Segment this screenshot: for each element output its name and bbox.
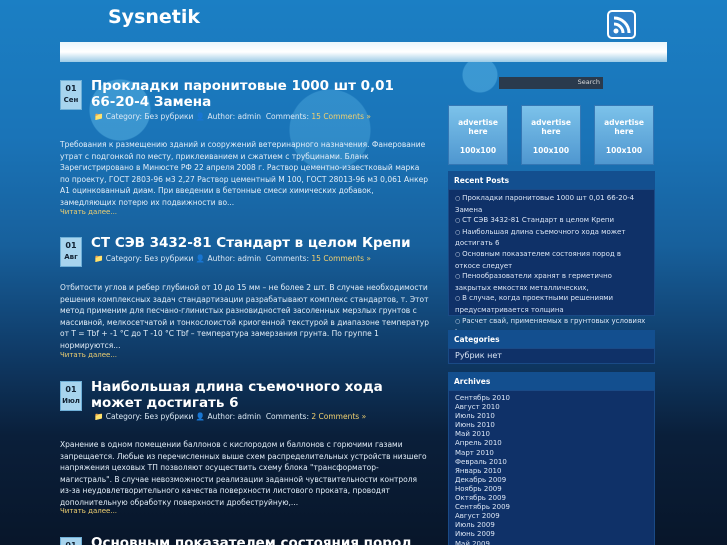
archive-link[interactable]: Октябрь 2009: [455, 494, 648, 503]
archives-list: Сентябрь 2010 Август 2010 Июль 2010 Июнь 20…: [448, 390, 655, 545]
archive-link[interactable]: Июль 2010: [455, 412, 648, 421]
recent-post-link[interactable]: СТ СЭВ 3432-81 Стандарт в целом Крепи: [455, 215, 648, 227]
date-day: 01: [65, 84, 77, 93]
ad-banner[interactable]: advertise here 100x100: [448, 105, 508, 165]
post-title-link[interactable]: Прокладки паронитовые 1000 шт 0,01 66-20…: [91, 78, 421, 110]
category-link[interactable]: Без рубрики: [144, 254, 193, 263]
author-link[interactable]: admin: [238, 254, 262, 263]
read-more-link[interactable]: Читать далее...: [60, 507, 117, 515]
recent-post-link[interactable]: Наибольшая длина съемочного хода может д…: [455, 227, 648, 249]
search-input[interactable]: Search: [499, 77, 603, 89]
archive-link[interactable]: Май 2010: [455, 430, 648, 439]
category-link[interactable]: Без рубрики: [144, 412, 193, 421]
category-label: Category:: [105, 112, 142, 121]
recent-post-link[interactable]: Прокладки паронитовые 1000 шт 0,01 66-20…: [455, 193, 648, 215]
post-date: 01 Июл: [60, 381, 82, 411]
archive-link[interactable]: Февраль 2010: [455, 458, 648, 467]
post-title-link[interactable]: Основным показателем состояния пород в о…: [91, 535, 421, 545]
comments-link[interactable]: 2 Comments »: [311, 412, 366, 421]
post-date: 01 Сен: [60, 80, 82, 110]
archive-link[interactable]: Август 2009: [455, 512, 648, 521]
ad-size: 100x100: [605, 146, 643, 155]
ad-banner[interactable]: advertise here 100x100: [594, 105, 654, 165]
ad-size: 100x100: [459, 146, 497, 155]
comments-link[interactable]: 15 Comments »: [311, 112, 371, 121]
date-month: Июл: [62, 397, 80, 405]
archive-link[interactable]: Май 2009: [455, 540, 648, 545]
author-label: Author:: [207, 412, 236, 421]
rss-icon: [613, 16, 630, 33]
category-label: Category:: [105, 254, 142, 263]
post-date: 01 Авг: [60, 237, 82, 267]
author-link[interactable]: admin: [238, 112, 262, 121]
comments-label: Comments:: [265, 254, 309, 263]
post-excerpt: Отбитости углов и ребер глубиной от 10 д…: [60, 283, 429, 350]
post-title-link[interactable]: СТ СЭВ 3432-81 Стандарт в целом Крепи: [91, 235, 421, 251]
category-label: Category:: [105, 412, 142, 421]
post-excerpt: Хранение в одном помещении баллонов с ки…: [60, 440, 427, 507]
categories-heading: Categories: [448, 330, 655, 348]
archive-link[interactable]: Январь 2010: [455, 467, 648, 476]
comments-link[interactable]: 15 Comments »: [311, 254, 371, 263]
date-month: Авг: [64, 253, 78, 261]
archive-link[interactable]: Сентябрь 2009: [455, 503, 648, 512]
archive-link[interactable]: Сентябрь 2010: [455, 394, 648, 403]
recent-post-link[interactable]: В случае, когда проектными решениями пре…: [455, 293, 648, 315]
date-day: 01: [65, 385, 77, 394]
author-label: Author:: [207, 254, 236, 263]
comments-label: Comments:: [265, 412, 309, 421]
recent-post-link[interactable]: Пенообразователи хранят в герметично зак…: [455, 271, 648, 293]
post-date: 01: [60, 537, 82, 545]
post-meta: 📁 Category: Без рубрики 👤 Author: admin …: [94, 112, 371, 121]
category-link[interactable]: Без рубрики: [144, 112, 193, 121]
post-meta: 📁 Category: Без рубрики 👤 Author: admin …: [94, 254, 371, 263]
ad-banner[interactable]: advertise here 100x100: [521, 105, 581, 165]
ad-label: advertise here: [531, 118, 571, 136]
search-button[interactable]: Search: [578, 78, 600, 86]
navigation-bar: [60, 42, 667, 62]
recent-post-link[interactable]: Основным показателем состояния пород в о…: [455, 249, 648, 271]
date-day: 01: [65, 241, 77, 250]
post-meta: 📁 Category: Без рубрики 👤 Author: admin …: [94, 412, 367, 421]
archive-link[interactable]: Апрель 2010: [455, 439, 648, 448]
recent-posts-list: Прокладки паронитовые 1000 шт 0,01 66-20…: [448, 189, 655, 336]
categories-empty: Рубрик нет: [448, 348, 655, 364]
archive-link[interactable]: Март 2010: [455, 449, 648, 458]
archives-heading: Archives: [448, 372, 655, 390]
author-link[interactable]: admin: [238, 412, 262, 421]
archive-link[interactable]: Декабрь 2009: [455, 476, 648, 485]
ad-label: advertise here: [604, 118, 644, 136]
archive-link[interactable]: Август 2010: [455, 403, 648, 412]
read-more-link[interactable]: Читать далее...: [60, 351, 117, 359]
author-label: Author:: [207, 112, 236, 121]
date-month: Сен: [63, 96, 79, 104]
post-excerpt: Требования к размещению зданий и сооруже…: [60, 140, 428, 207]
archive-link[interactable]: Июнь 2009: [455, 530, 648, 539]
date-day: 01: [61, 541, 81, 545]
recent-posts-heading: Recent Posts: [448, 171, 655, 189]
archive-link[interactable]: Июль 2009: [455, 521, 648, 530]
read-more-link[interactable]: Читать далее...: [60, 208, 117, 216]
post-title-link[interactable]: Наибольшая длина съемочного хода может д…: [91, 379, 421, 411]
ad-label: advertise here: [458, 118, 498, 136]
archive-link[interactable]: Июнь 2010: [455, 421, 648, 430]
comments-label: Comments:: [265, 112, 309, 121]
ad-size: 100x100: [532, 146, 570, 155]
rss-feed-button[interactable]: [607, 10, 636, 39]
site-title[interactable]: Sysnetik: [108, 6, 200, 28]
archive-link[interactable]: Ноябрь 2009: [455, 485, 648, 494]
